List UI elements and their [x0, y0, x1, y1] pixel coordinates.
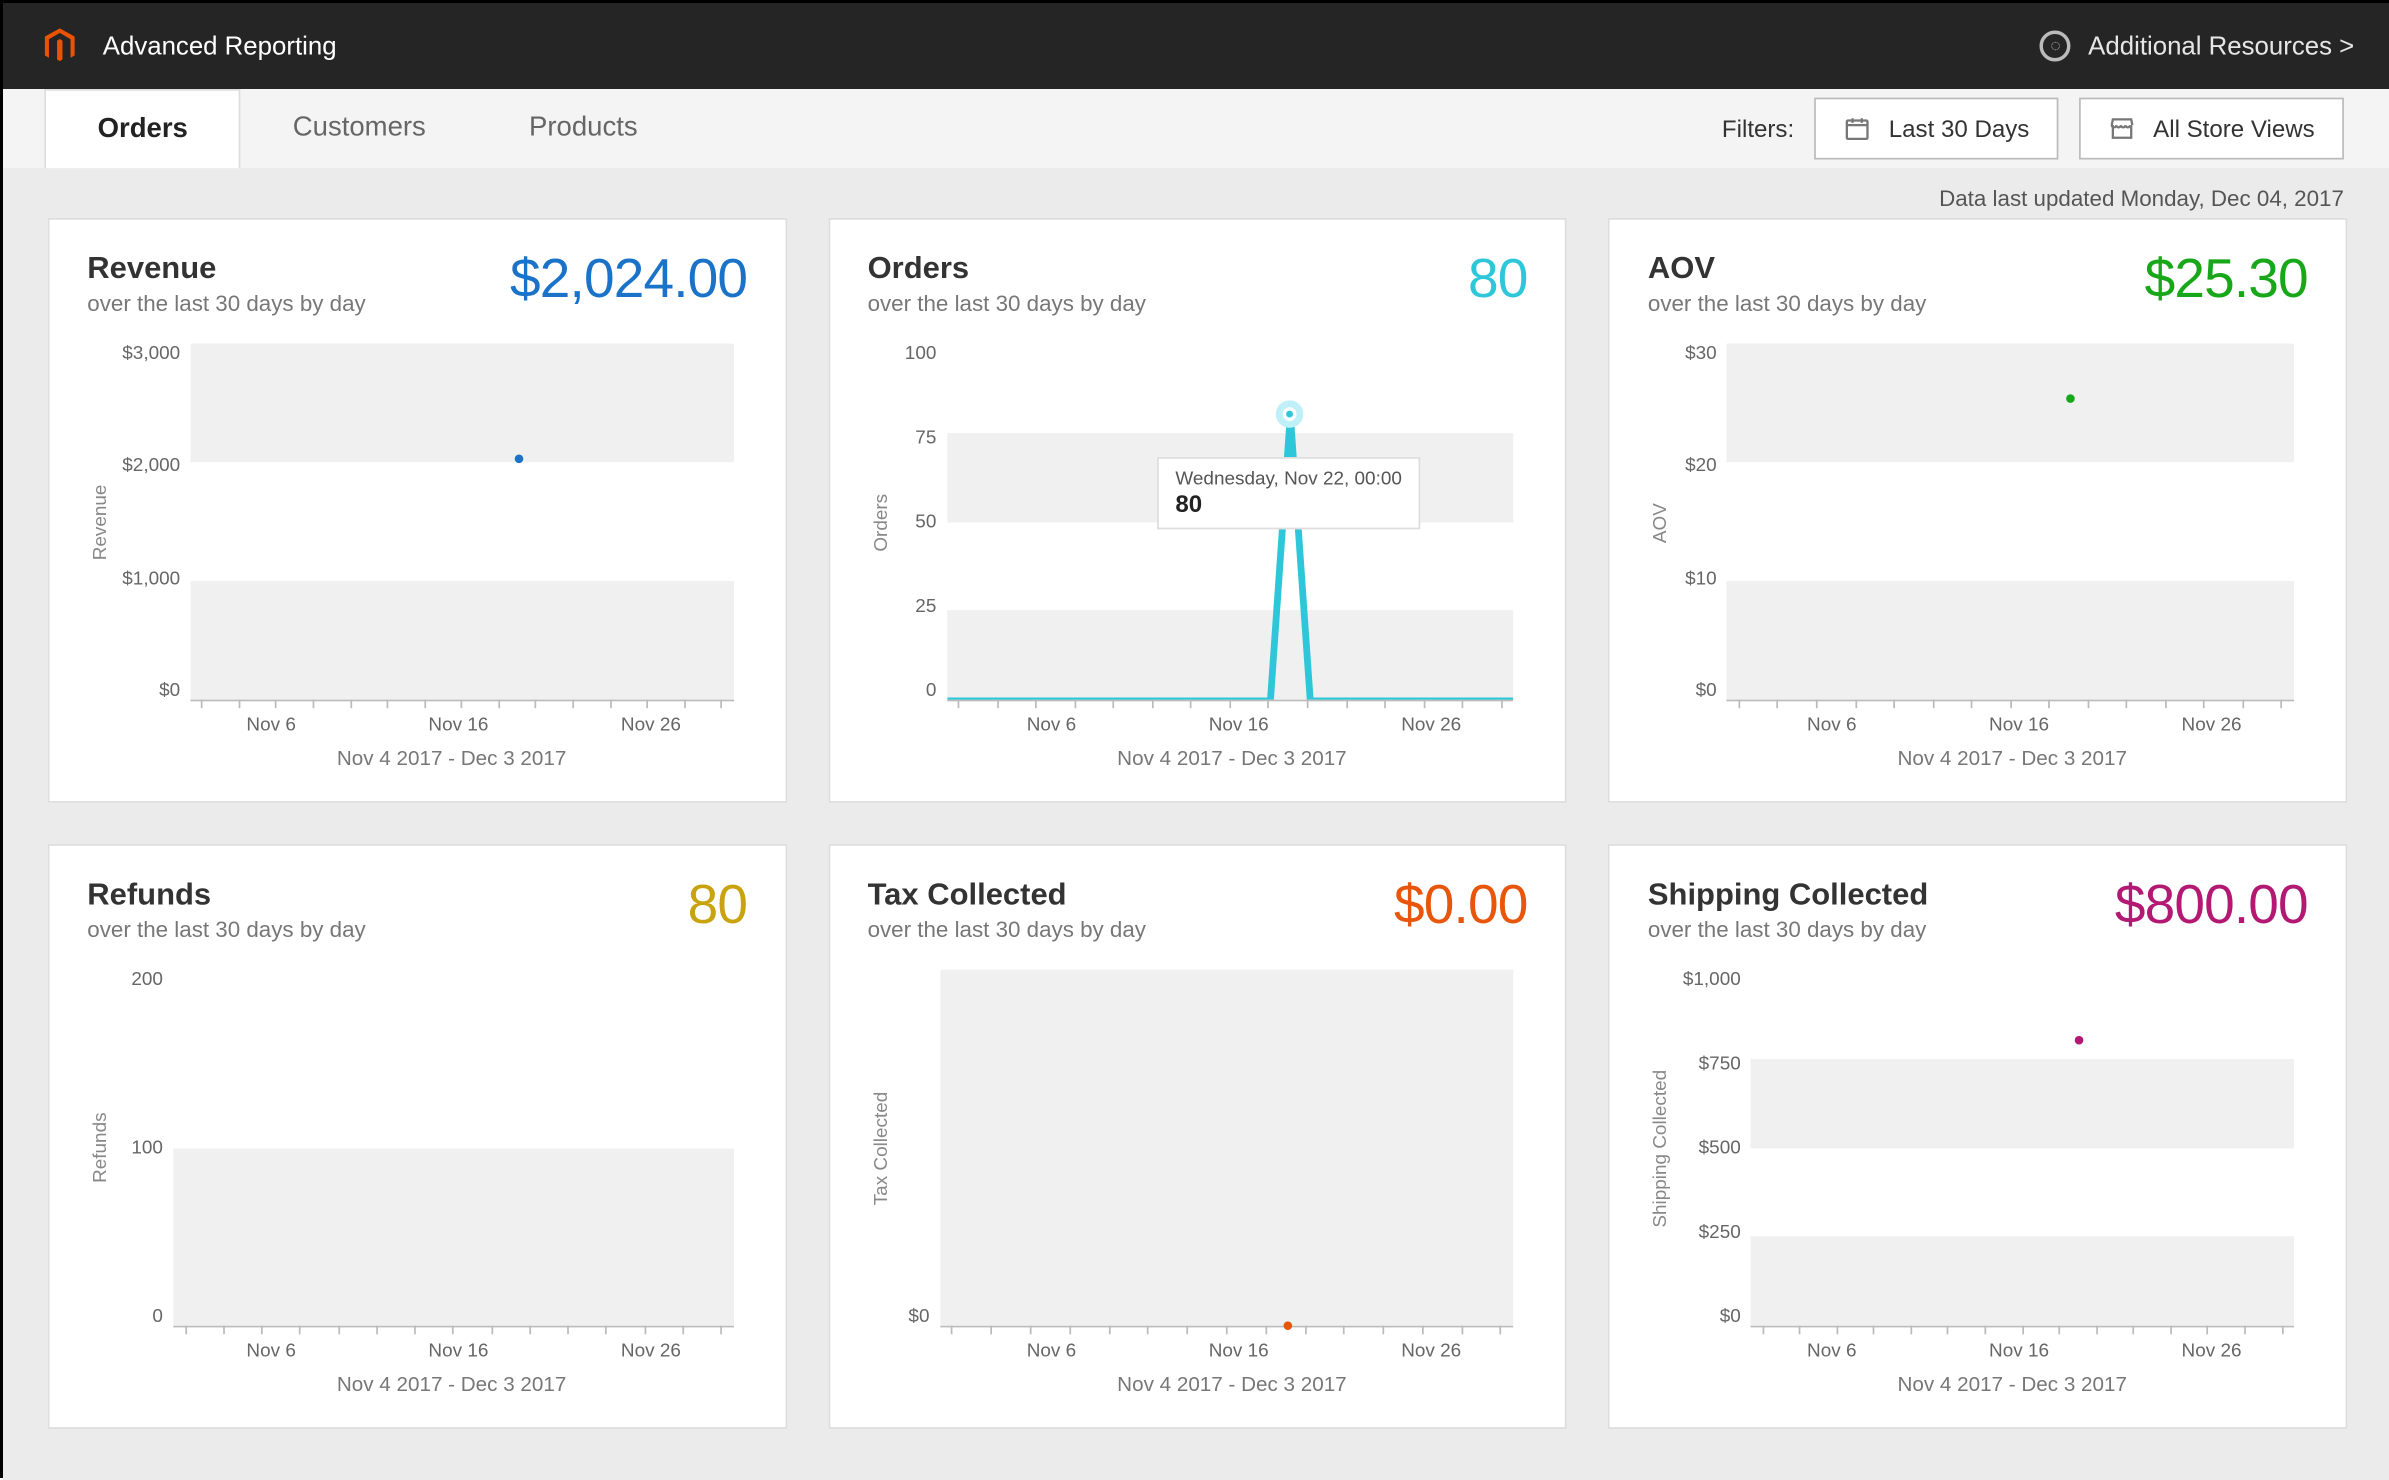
brand: Advanced Reporting: [41, 27, 337, 65]
chart-tax-yaxis: $0: [895, 970, 940, 1328]
card-revenue-title: Revenue: [87, 251, 365, 287]
card-shipping: Shipping Collected over the last 30 days…: [1608, 844, 2347, 1429]
chart-orders-yaxis: 100 75 50 25 0: [895, 344, 947, 702]
additional-resources-link[interactable]: ◌ Additional Resources >: [2040, 31, 2354, 62]
filters-label: Filters:: [1722, 115, 1794, 143]
chart-tax-caption: Nov 4 2017 - Dec 3 2017: [868, 1362, 1528, 1407]
chart-aov-point: [2066, 395, 2075, 404]
card-aov-value: $25.30: [2145, 251, 2308, 306]
chart-aov: AOV $30 $20 $10 $0 Nov 6 Nov 16 Nov 26: [1648, 344, 2308, 781]
chart-orders-tooltip: Wednesday, Nov 22, 00:00 80: [1156, 458, 1420, 530]
chart-tax-ylabel: Tax Collected: [868, 970, 896, 1328]
filters-area: Filters: Last 30 Days All Store Views: [1722, 89, 2344, 168]
card-shipping-value: $800.00: [2115, 877, 2308, 932]
chart-revenue-plot[interactable]: [190, 344, 733, 702]
app-title: Advanced Reporting: [103, 31, 337, 60]
chart-orders-ylabel: Orders: [868, 344, 896, 702]
chart-shipping-ylabel: Shipping Collected: [1648, 970, 1676, 1328]
chart-refunds-plot[interactable]: [173, 970, 733, 1328]
card-tax-title: Tax Collected: [868, 877, 1146, 913]
chart-aov-plot[interactable]: [1727, 344, 2294, 702]
card-shipping-sub: over the last 30 days by day: [1648, 916, 1928, 942]
tab-customers[interactable]: Customers: [241, 89, 477, 168]
chart-refunds-caption: Nov 4 2017 - Dec 3 2017: [87, 1362, 747, 1407]
chart-revenue-point: [515, 455, 524, 464]
store-icon: [2108, 115, 2136, 143]
chart-orders-marker[interactable]: [1276, 401, 1304, 429]
card-shipping-title: Shipping Collected: [1648, 877, 1928, 913]
top-bar: Advanced Reporting ◌ Additional Resource…: [3, 3, 2389, 89]
card-tax-value: $0.00: [1394, 877, 1527, 932]
sub-bar: Orders Customers Products Filters: Last …: [3, 89, 2389, 168]
card-refunds-sub: over the last 30 days by day: [87, 916, 365, 942]
card-aov-sub: over the last 30 days by day: [1648, 290, 1926, 316]
tab-orders[interactable]: Orders: [44, 89, 241, 168]
chart-aov-ylabel: AOV: [1648, 344, 1676, 702]
chart-refunds: Refunds 200 100 0 Nov 6 Nov 16 Nov 26 No…: [87, 970, 747, 1407]
card-refunds-value: 80: [688, 877, 748, 932]
additional-resources-label: Additional Resources >: [2088, 31, 2354, 60]
card-refunds: Refunds over the last 30 days by day 80 …: [48, 844, 787, 1429]
chart-aov-caption: Nov 4 2017 - Dec 3 2017: [1648, 736, 2308, 781]
tab-products[interactable]: Products: [477, 89, 689, 168]
chart-orders-tooltip-date: Wednesday, Nov 22, 00:00: [1175, 470, 1402, 491]
chart-orders: Orders 100 75 50 25 0 Wednesday,: [868, 344, 1528, 781]
card-aov-title: AOV: [1648, 251, 1926, 287]
chart-tax: Tax Collected $0 Nov 6 Nov 16 Nov 26 Nov…: [868, 970, 1528, 1407]
chart-shipping-yaxis: $1,000 $750 $500 $250 $0: [1675, 970, 1751, 1328]
card-revenue-value: $2,024.00: [510, 251, 747, 306]
filter-date-range-label: Last 30 Days: [1889, 115, 2030, 143]
last-updated: Data last updated Monday, Dec 04, 2017: [3, 168, 2389, 218]
card-orders-title: Orders: [868, 251, 1146, 287]
chart-refunds-ylabel: Refunds: [87, 970, 115, 1328]
card-aov: AOV over the last 30 days by day $25.30 …: [1608, 218, 2347, 803]
chart-orders-tooltip-value: 80: [1175, 490, 1402, 518]
card-revenue: Revenue over the last 30 days by day $2,…: [48, 218, 787, 803]
chart-revenue: Revenue $3,000 $2,000 $1,000 $0 Nov 6 No…: [87, 344, 747, 781]
chart-shipping-plot[interactable]: [1751, 970, 2294, 1328]
filter-store-views-label: All Store Views: [2153, 115, 2315, 143]
card-orders-sub: over the last 30 days by day: [868, 290, 1146, 316]
chart-aov-yaxis: $30 $20 $10 $0: [1675, 344, 1727, 702]
chart-orders-caption: Nov 4 2017 - Dec 3 2017: [868, 736, 1528, 781]
chart-refunds-yaxis: 200 100 0: [115, 970, 173, 1328]
resources-icon: ◌: [2040, 31, 2071, 62]
magento-icon: [41, 27, 79, 65]
card-tax-sub: over the last 30 days by day: [868, 916, 1146, 942]
filter-date-range[interactable]: Last 30 Days: [1815, 98, 2059, 160]
chart-orders-plot[interactable]: Wednesday, Nov 22, 00:00 80: [947, 344, 1514, 702]
card-revenue-sub: over the last 30 days by day: [87, 290, 365, 316]
chart-shipping: Shipping Collected $1,000 $750 $500 $250…: [1648, 970, 2308, 1407]
chart-shipping-point: [2075, 1037, 2084, 1046]
card-orders-value: 80: [1468, 251, 1528, 306]
filter-store-views[interactable]: All Store Views: [2079, 98, 2344, 160]
calendar-icon: [1844, 115, 1872, 143]
card-orders: Orders over the last 30 days by day 80 O…: [828, 218, 1567, 803]
chart-revenue-ylabel: Revenue: [87, 344, 115, 702]
card-refunds-title: Refunds: [87, 877, 365, 913]
chart-revenue-caption: Nov 4 2017 - Dec 3 2017: [87, 736, 747, 781]
chart-tax-plot[interactable]: [940, 970, 1514, 1328]
chart-revenue-yaxis: $3,000 $2,000 $1,000 $0: [115, 344, 191, 702]
card-tax: Tax Collected over the last 30 days by d…: [828, 844, 1567, 1429]
tabs: Orders Customers Products: [3, 89, 689, 168]
chart-shipping-caption: Nov 4 2017 - Dec 3 2017: [1648, 1362, 2308, 1407]
cards-grid: Revenue over the last 30 days by day $2,…: [3, 218, 2389, 1474]
